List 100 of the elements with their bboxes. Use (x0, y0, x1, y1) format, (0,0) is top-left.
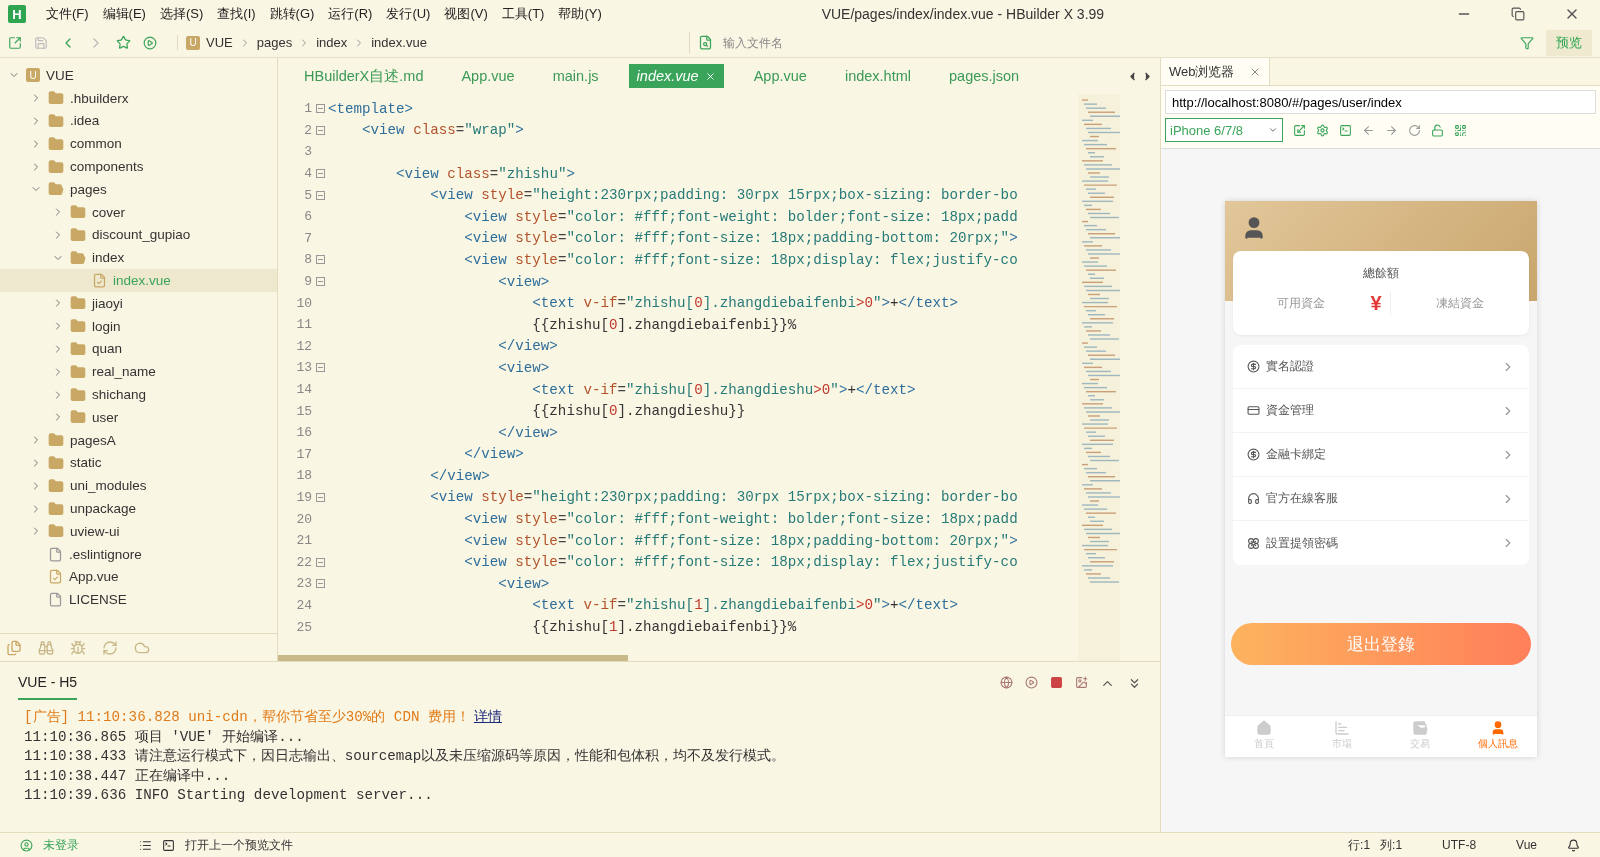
tree-item[interactable]: real_name (0, 360, 277, 384)
log-line: 11:10:36.865 项目 'VUE' 开始编译... (24, 727, 305, 747)
fold-icon[interactable] (315, 493, 325, 502)
new-window-icon[interactable] (8, 35, 22, 50)
fold-icon[interactable] (315, 190, 325, 200)
url-field[interactable]: http://localhost:8080/#/pages/user/index (1165, 90, 1596, 114)
binoculars-icon[interactable] (38, 639, 54, 656)
tree-item[interactable]: .hbuilderx (0, 86, 277, 110)
stop-icon[interactable] (1050, 675, 1063, 689)
fold-icon[interactable] (315, 277, 325, 287)
menu-row[interactable]: 實名認證 (1232, 345, 1529, 389)
scrollbar-thumb[interactable] (278, 655, 628, 661)
back-arrow-icon[interactable] (1362, 123, 1375, 137)
fold-icon[interactable] (315, 557, 325, 567)
cursor-line: 行:1 (1348, 836, 1371, 854)
restore-icon[interactable] (1511, 7, 1525, 21)
unlock-icon[interactable] (1431, 123, 1444, 137)
tree-item[interactable]: components (0, 155, 277, 178)
tree-item[interactable]: cover (0, 200, 277, 224)
line-number: 18 (295, 468, 312, 484)
line-number: 25 (295, 619, 312, 635)
globe-icon[interactable] (1000, 675, 1013, 689)
fold-icon[interactable] (315, 104, 325, 114)
file-search-field[interactable]: 输入文件名 (721, 34, 1021, 51)
tree-item[interactable]: common (0, 132, 277, 156)
tree-item[interactable]: .eslintignore (0, 542, 277, 566)
tree-item[interactable]: pagesA (0, 428, 277, 452)
breadcrumb-item[interactable]: index (316, 35, 348, 50)
tree-item[interactable]: discount_gupiao (0, 223, 277, 247)
qr-code-icon[interactable] (1454, 123, 1467, 137)
folder-icon (70, 318, 86, 335)
headset-icon (1246, 492, 1260, 505)
tree-item[interactable]: shichang (0, 383, 277, 406)
star-icon[interactable] (116, 35, 131, 50)
tree-item[interactable]: login (0, 314, 277, 338)
code-line: <text v-if="zhishu[0].zhangdiebaifenbi>0">+</text> (531, 295, 959, 312)
menu-row[interactable]: 設置提領密碼 (1232, 521, 1529, 565)
fold-icon[interactable] (315, 169, 325, 179)
breadcrumb-item[interactable]: index.vue (371, 35, 427, 50)
tree-item[interactable]: user (0, 405, 277, 429)
tree-item[interactable]: pages (0, 178, 277, 201)
list-icon[interactable] (139, 838, 152, 852)
menu-item[interactable]: 选择(S) (159, 5, 204, 23)
run-icon[interactable] (143, 35, 157, 50)
save-icon[interactable] (34, 35, 48, 50)
menu-item[interactable]: 跳转(G) (269, 5, 315, 23)
tree-item[interactable]: uni_modules (0, 474, 277, 498)
menu-item[interactable]: 发行(U) (386, 5, 431, 23)
status-hint[interactable]: 打开上一个预览文件 (185, 836, 293, 854)
breadcrumb-item[interactable]: VUE (206, 35, 233, 50)
terminal-icon[interactable] (162, 838, 175, 852)
tree-item[interactable]: quan (0, 337, 277, 361)
bell-icon[interactable] (1567, 838, 1580, 852)
image-icon[interactable] (1075, 675, 1088, 689)
tree-item[interactable]: .idea (0, 109, 277, 133)
tree-item[interactable]: index (0, 246, 277, 270)
refresh-icon[interactable] (102, 639, 118, 656)
tree-item[interactable]: U VUE (0, 64, 277, 87)
folder-icon (48, 158, 64, 175)
menu-item[interactable]: 工具(T) (501, 5, 545, 23)
fold-icon[interactable] (315, 255, 325, 265)
menu-item[interactable]: 编辑(E) (102, 5, 146, 23)
log-line: 11:10:38.433 请注意运行模式下，因日志输出、sourcemap以及未压缩源码等原因，性能和包体积，均不及发行模式。 (24, 747, 787, 766)
menu-item[interactable]: 运行(R) (328, 5, 373, 23)
line-number: 11 (295, 317, 312, 333)
language-mode[interactable]: Vue (1516, 838, 1537, 852)
menu-row[interactable]: 資金管理 (1232, 389, 1529, 433)
tree-item[interactable]: jiaoyi (0, 291, 277, 315)
close-icon[interactable] (704, 70, 716, 82)
menu-item[interactable]: 文件(F) (46, 5, 89, 23)
tree-item[interactable]: static (0, 451, 277, 475)
folder-icon (70, 409, 86, 426)
console-tab[interactable]: VUE - H5 (18, 666, 78, 700)
menu-row[interactable]: 金融卡綁定 (1232, 433, 1529, 477)
details-link[interactable]: 详情 (473, 709, 502, 725)
files-icon[interactable] (6, 639, 22, 656)
home-icon (1255, 720, 1272, 736)
forward-arrow-icon[interactable] (1385, 123, 1398, 137)
menu-row[interactable]: 官方在線客服 (1232, 477, 1529, 521)
tree-item[interactable]: LICENSE (0, 588, 277, 612)
fold-icon[interactable] (315, 125, 325, 135)
menu-item[interactable]: 视图(V) (444, 5, 488, 23)
reload-icon[interactable] (1408, 123, 1421, 137)
line-number: 9 (303, 274, 312, 290)
fold-icon[interactable] (315, 363, 325, 373)
breadcrumb-item[interactable]: pages (256, 35, 293, 50)
resize-icon[interactable] (1293, 123, 1306, 137)
code-line: <text v-if="zhishu[0].zhangdieshu>0">+</text> (531, 381, 916, 398)
menu-item[interactable]: 帮助(Y) (558, 5, 602, 23)
tree-item[interactable]: uview-ui (0, 519, 277, 543)
filter-icon[interactable] (1520, 35, 1534, 50)
tree-item[interactable]: unpackage (0, 497, 277, 520)
encoding[interactable]: UTF-8 (1442, 838, 1477, 852)
folder-icon (48, 477, 64, 494)
settings-icon[interactable] (1316, 123, 1329, 137)
fold-icon[interactable] (315, 579, 325, 589)
menu-item[interactable]: 查找(I) (217, 5, 256, 23)
bug-icon[interactable] (70, 639, 86, 656)
play-icon[interactable] (1025, 675, 1038, 689)
tree-item[interactable]: App.vue (0, 565, 277, 589)
